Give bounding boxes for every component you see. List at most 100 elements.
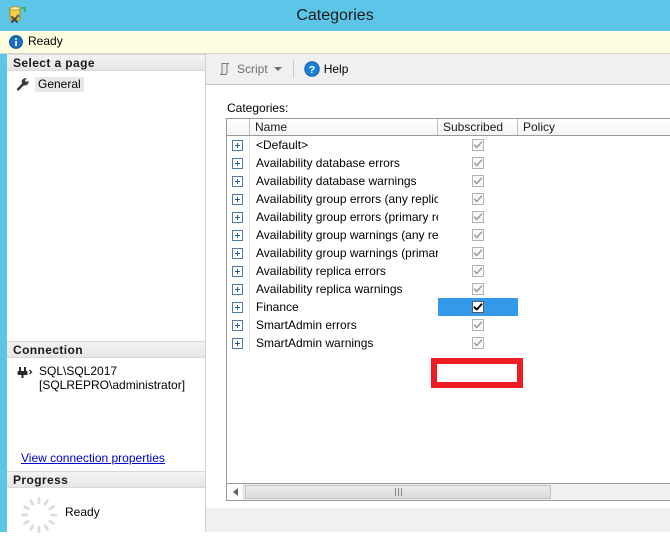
view-connection-properties-link[interactable]: View connection properties [21, 451, 165, 465]
cell-policy[interactable] [518, 262, 670, 280]
cell-policy[interactable] [518, 280, 670, 298]
plus-expander-icon[interactable] [232, 158, 243, 169]
bottom-filler [206, 508, 670, 532]
checkbox-checked-icon[interactable] [472, 265, 484, 277]
cell-policy[interactable] [518, 226, 670, 244]
cell-subscribed[interactable] [438, 244, 518, 262]
checkbox-checked-icon[interactable] [472, 193, 484, 205]
spinner-icon [19, 495, 59, 535]
row-expander-cell[interactable] [227, 154, 250, 172]
checkbox-checked-icon[interactable] [472, 211, 484, 223]
column-header-subscribed[interactable]: Subscribed [438, 119, 518, 135]
row-expander-cell[interactable] [227, 208, 250, 226]
cell-policy[interactable] [518, 244, 670, 262]
row-expander-cell[interactable] [227, 298, 250, 316]
plus-expander-icon[interactable] [232, 230, 243, 241]
horizontal-scrollbar[interactable] [227, 483, 670, 500]
table-row[interactable]: Availability group warnings (primary r..… [227, 244, 670, 262]
cell-subscribed[interactable] [438, 334, 518, 352]
cell-policy[interactable] [518, 136, 670, 154]
cell-subscribed[interactable] [438, 298, 518, 316]
scroll-left-button[interactable] [227, 484, 244, 500]
table-row[interactable]: <Default> [227, 136, 670, 154]
table-row[interactable]: Availability group warnings (any repli..… [227, 226, 670, 244]
help-question-icon: ? [304, 61, 320, 77]
table-row[interactable]: Availability database warnings [227, 172, 670, 190]
cell-subscribed[interactable] [438, 262, 518, 280]
checkbox-checked-icon[interactable] [472, 229, 484, 241]
checkbox-checked-icon[interactable] [472, 175, 484, 187]
table-row[interactable]: Availability replica errors [227, 262, 670, 280]
categories-grid[interactable]: Name Subscribed Policy <Default>Availabi… [226, 118, 670, 501]
checkbox-checked-icon[interactable] [472, 139, 484, 151]
row-expander-cell[interactable] [227, 316, 250, 334]
cell-subscribed[interactable] [438, 136, 518, 154]
table-row[interactable]: SmartAdmin warnings [227, 334, 670, 352]
cell-subscribed[interactable] [438, 172, 518, 190]
scrollbar-thumb[interactable] [245, 485, 551, 499]
table-row[interactable]: Finance [227, 298, 670, 316]
cell-subscribed[interactable] [438, 154, 518, 172]
svg-text:?: ? [308, 64, 314, 76]
row-expander-cell[interactable] [227, 280, 250, 298]
cell-policy[interactable] [518, 298, 670, 316]
toolbar-separator [293, 60, 294, 78]
plus-expander-icon[interactable] [232, 320, 243, 331]
cell-subscribed[interactable] [438, 190, 518, 208]
connection-panel: SQL\SQL2017 [SQLREPRO\administrator] Vie… [7, 358, 205, 471]
column-header-policy[interactable]: Policy [518, 119, 670, 135]
checkbox-checked-icon[interactable] [472, 301, 484, 313]
categories-dialog: Categories Ready Select a page General [0, 0, 670, 532]
plus-expander-icon[interactable] [232, 140, 243, 151]
checkbox-checked-icon[interactable] [472, 337, 484, 349]
table-row[interactable]: SmartAdmin errors [227, 316, 670, 334]
row-expander-cell[interactable] [227, 226, 250, 244]
sidebar-item-general[interactable]: General [15, 76, 84, 92]
cell-subscribed[interactable] [438, 280, 518, 298]
table-row[interactable]: Availability group errors (any replica r… [227, 190, 670, 208]
chevron-left-icon [233, 488, 238, 496]
row-expander-cell[interactable] [227, 334, 250, 352]
cell-policy[interactable] [518, 208, 670, 226]
plus-expander-icon[interactable] [232, 212, 243, 223]
table-row[interactable]: Availability database errors [227, 154, 670, 172]
cell-policy[interactable] [518, 172, 670, 190]
plus-expander-icon[interactable] [232, 302, 243, 313]
row-expander-cell[interactable] [227, 244, 250, 262]
cell-subscribed[interactable] [438, 208, 518, 226]
checkbox-checked-icon[interactable] [472, 283, 484, 295]
script-button[interactable]: Script [213, 58, 286, 80]
cell-policy[interactable] [518, 154, 670, 172]
plus-expander-icon[interactable] [232, 194, 243, 205]
plug-icon [15, 365, 33, 383]
sidebar-item-label: General [35, 77, 84, 92]
cell-policy[interactable] [518, 190, 670, 208]
chevron-down-icon[interactable] [274, 67, 282, 71]
cell-name: Finance [250, 298, 438, 316]
column-header-selector[interactable] [227, 119, 250, 135]
cell-subscribed[interactable] [438, 226, 518, 244]
plus-expander-icon[interactable] [232, 284, 243, 295]
cell-name: Availability replica warnings [250, 280, 438, 298]
help-button[interactable]: ? Help [300, 58, 353, 80]
checkbox-checked-icon[interactable] [472, 247, 484, 259]
connection-text: SQL\SQL2017 [SQLREPRO\administrator] [39, 364, 185, 392]
checkbox-checked-icon[interactable] [472, 319, 484, 331]
row-expander-cell[interactable] [227, 262, 250, 280]
table-row[interactable]: Availability replica warnings [227, 280, 670, 298]
checkbox-checked-icon[interactable] [472, 157, 484, 169]
table-row[interactable]: Availability group errors (primary repli… [227, 208, 670, 226]
cell-subscribed[interactable] [438, 316, 518, 334]
plus-expander-icon[interactable] [232, 266, 243, 277]
plus-expander-icon[interactable] [232, 176, 243, 187]
row-expander-cell[interactable] [227, 172, 250, 190]
cell-name: Availability group warnings (primary r..… [250, 244, 438, 262]
plus-expander-icon[interactable] [232, 248, 243, 259]
row-expander-cell[interactable] [227, 190, 250, 208]
progress-panel: Ready [7, 488, 205, 532]
cell-policy[interactable] [518, 334, 670, 352]
column-header-name[interactable]: Name [250, 119, 438, 135]
cell-policy[interactable] [518, 316, 670, 334]
plus-expander-icon[interactable] [232, 338, 243, 349]
row-expander-cell[interactable] [227, 136, 250, 154]
